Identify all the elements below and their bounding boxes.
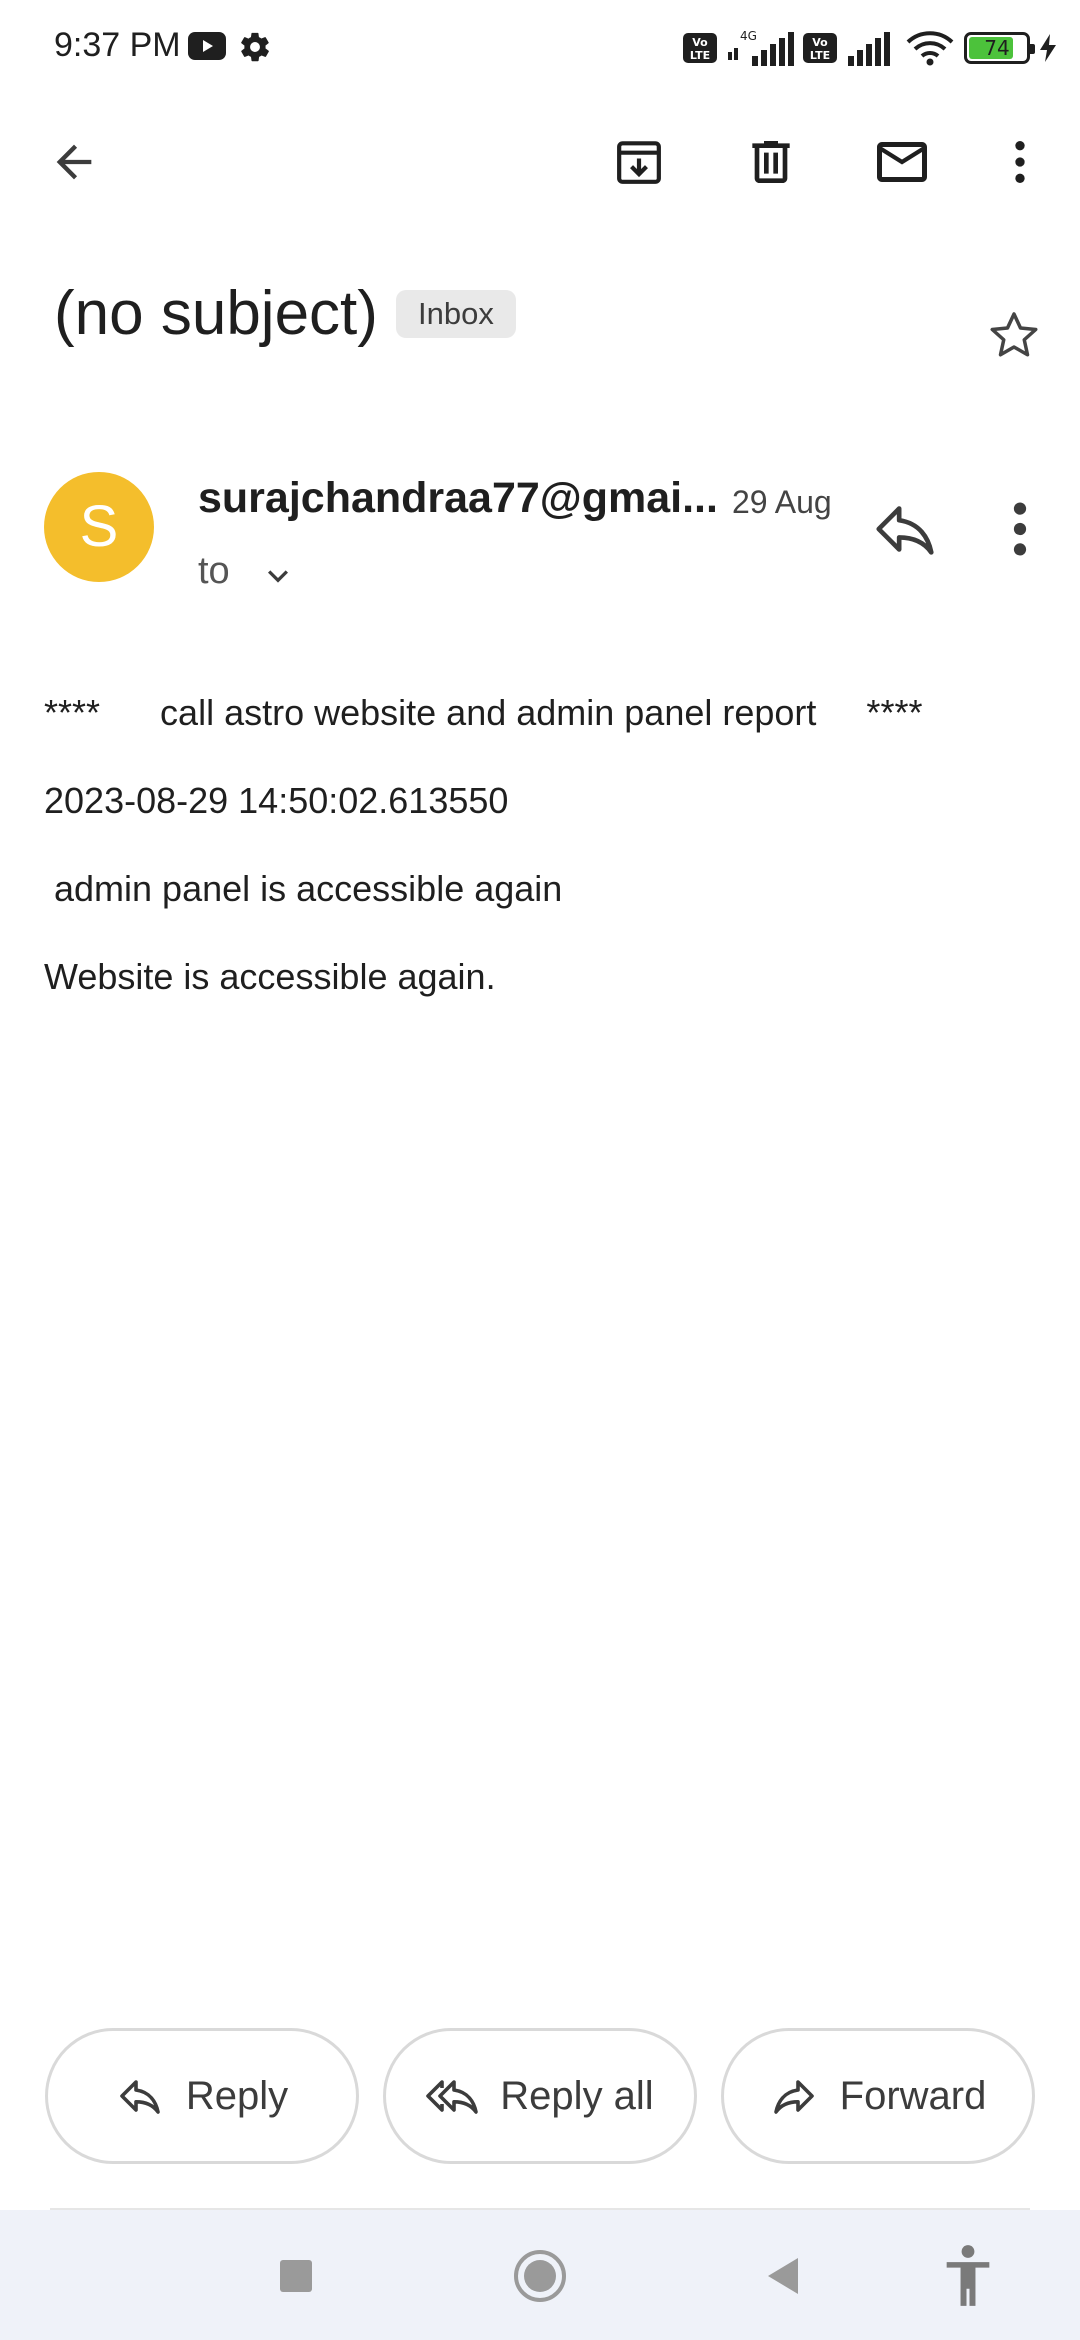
home-button[interactable] [502,2238,578,2314]
reply-all-label: Reply all [500,2073,654,2118]
mark-unread-icon [877,142,927,182]
network-type-label: 4G [740,29,757,43]
delete-icon [752,141,790,183]
star-icon[interactable] [984,306,1044,366]
status-bar: 9:37 PM Vo LTE 4G Vo LTE 74 [0,0,1080,96]
back-button[interactable] [42,130,106,194]
avatar[interactable]: S [44,472,154,582]
svg-text:Vo: Vo [692,36,708,49]
accessibility-icon [946,2245,990,2306]
back-nav-button[interactable] [744,2238,820,2314]
signal-icon [848,32,890,66]
reply-all-button[interactable]: Reply all [383,2028,697,2164]
battery-level: 74 [984,36,1010,60]
status-icons: Vo LTE 4G Vo LTE 74 [682,26,1058,70]
more-options-button[interactable] [988,130,1052,194]
delete-button[interactable] [739,130,803,194]
volte-icon: Vo LTE [683,33,717,63]
accessibility-button[interactable] [930,2238,1006,2314]
reply-icon [120,2080,160,2114]
youtube-icon [188,32,226,60]
mark-unread-button[interactable] [870,130,934,194]
back-icon [768,2258,798,2294]
home-icon [514,2250,566,2302]
inbox-label-chip[interactable]: Inbox [396,290,516,338]
reply-icon[interactable] [870,494,940,564]
more-vert-icon [1015,141,1025,183]
email-date: 29 Aug [732,484,832,520]
forward-button[interactable]: Forward [721,2028,1035,2164]
charging-bolt-icon [1040,34,1056,62]
recipient-to-label[interactable]: to [198,550,230,593]
body-line-website-status: Website is accessible again. [44,956,496,997]
status-time: 9:37 PM [54,26,181,64]
recents-icon [280,2260,312,2292]
svg-text:Vo: Vo [812,36,828,49]
forward-label: Forward [839,2073,987,2118]
svg-text:LTE: LTE [810,49,830,62]
recents-button[interactable] [258,2238,334,2314]
archive-icon [617,141,661,184]
battery-icon: 74 [964,32,1035,64]
forward-icon [773,2080,814,2114]
signal-4g-icon: 4G [728,29,794,66]
wifi-icon [906,31,954,66]
sender-more-vert-icon[interactable] [998,494,1042,564]
reply-button[interactable]: Reply [45,2028,359,2164]
reply-label: Reply [185,2073,289,2118]
body-line-timestamp: 2023-08-29 14:50:02.613550 [44,780,509,821]
settings-gear-icon [241,32,269,62]
chevron-down-icon[interactable] [258,556,298,596]
reply-all-icon [426,2080,479,2114]
body-line-admin-status: admin panel is accessible again [44,868,563,909]
archive-button[interactable] [607,130,671,194]
svg-text:LTE: LTE [690,49,710,62]
sender-name[interactable]: surajchandraa77@gmai... [198,474,718,523]
toolbar [0,110,1080,214]
system-nav-bar [0,2210,1080,2340]
back-arrow-icon [56,144,92,180]
email-subject: (no subject) [54,279,378,348]
body-line-report-title: **** call astro website and admin panel … [44,692,923,733]
volte-icon-2: Vo LTE [803,33,837,63]
